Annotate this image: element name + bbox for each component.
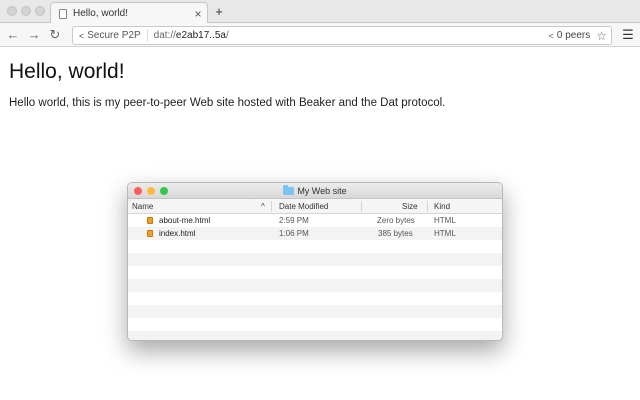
file-size: 385 bytes bbox=[378, 229, 413, 238]
finder-titlebar: My Web site bbox=[128, 183, 502, 199]
file-name: index.html bbox=[159, 229, 196, 238]
page-icon bbox=[59, 8, 67, 19]
forward-button[interactable]: → bbox=[25, 25, 43, 45]
secure-p2p-indicator[interactable]: < Secure P2P bbox=[73, 29, 148, 42]
browser-titlebar: Hello, world! × + bbox=[0, 0, 640, 24]
file-kind: HTML bbox=[434, 216, 456, 225]
tab-title: Hello, world! bbox=[73, 8, 129, 19]
tab-hello-world[interactable]: Hello, world! × bbox=[50, 2, 208, 24]
url-path: / bbox=[225, 30, 229, 41]
url-host: e2ab17..5a bbox=[175, 30, 226, 41]
file-size: Zero bytes bbox=[377, 216, 415, 225]
html-file-icon bbox=[147, 217, 153, 224]
reload-button[interactable]: ↻ bbox=[46, 25, 64, 45]
page-heading: Hello, world! bbox=[9, 60, 125, 83]
column-date-modified: Date Modified bbox=[279, 202, 329, 211]
empty-row bbox=[128, 240, 502, 253]
file-name: about-me.html bbox=[159, 216, 211, 225]
back-button[interactable]: ← bbox=[4, 25, 22, 45]
empty-row bbox=[128, 253, 502, 266]
finder-zoom-button bbox=[160, 187, 168, 195]
secure-label: Secure P2P bbox=[87, 30, 141, 41]
finder-minimize-button bbox=[147, 187, 155, 195]
new-tab-button[interactable]: + bbox=[210, 3, 228, 21]
bookmark-star-icon[interactable]: ☆ bbox=[596, 29, 611, 43]
empty-row bbox=[128, 318, 502, 331]
empty-row bbox=[128, 266, 502, 279]
file-kind: HTML bbox=[434, 229, 456, 238]
column-size: Size bbox=[402, 202, 418, 211]
peers-label: 0 peers bbox=[556, 30, 591, 41]
browser-toolbar: ← → ↻ < Secure P2P dat://e2ab17..5a/ < 0… bbox=[0, 23, 640, 47]
url-scheme: dat:// bbox=[153, 30, 176, 41]
finder-column-header: Name ^ Date Modified Size Kind bbox=[128, 199, 502, 214]
column-divider bbox=[361, 201, 362, 212]
share-icon: < bbox=[548, 30, 554, 41]
window-zoom-button[interactable] bbox=[35, 6, 45, 16]
column-name: Name bbox=[132, 202, 154, 211]
file-row: index.html 1:06 PM 385 bytes HTML bbox=[128, 227, 502, 240]
finder-close-button bbox=[134, 187, 142, 195]
empty-row bbox=[128, 292, 502, 305]
peers-indicator[interactable]: < 0 peers bbox=[549, 30, 597, 41]
html-file-icon bbox=[147, 230, 153, 237]
column-kind: Kind bbox=[434, 202, 451, 211]
file-date: 1:06 PM bbox=[279, 229, 309, 238]
sort-indicator-icon: ^ bbox=[261, 202, 265, 211]
file-date: 2:59 PM bbox=[279, 216, 309, 225]
menu-icon[interactable]: ☰ bbox=[620, 25, 636, 45]
window-close-button[interactable] bbox=[7, 6, 17, 16]
column-divider bbox=[271, 201, 272, 212]
empty-row bbox=[128, 331, 502, 340]
column-divider bbox=[427, 201, 428, 212]
tab-close-icon[interactable]: × bbox=[189, 7, 207, 21]
url-bar[interactable]: < Secure P2P dat://e2ab17..5a/ < 0 peers… bbox=[72, 26, 612, 45]
page-paragraph: Hello world, this is my peer-to-peer Web… bbox=[9, 97, 446, 109]
window-minimize-button[interactable] bbox=[21, 6, 31, 16]
folder-icon bbox=[283, 185, 295, 195]
empty-row bbox=[128, 305, 502, 318]
finder-title: My Web site bbox=[297, 186, 347, 196]
file-row: about-me.html 2:59 PM Zero bytes HTML bbox=[128, 214, 502, 227]
share-icon: < bbox=[79, 30, 85, 41]
finder-window: My Web site Name ^ Date Modified Size Ki… bbox=[127, 182, 503, 341]
url-text[interactable]: dat://e2ab17..5a/ bbox=[148, 30, 549, 41]
empty-row bbox=[128, 279, 502, 292]
